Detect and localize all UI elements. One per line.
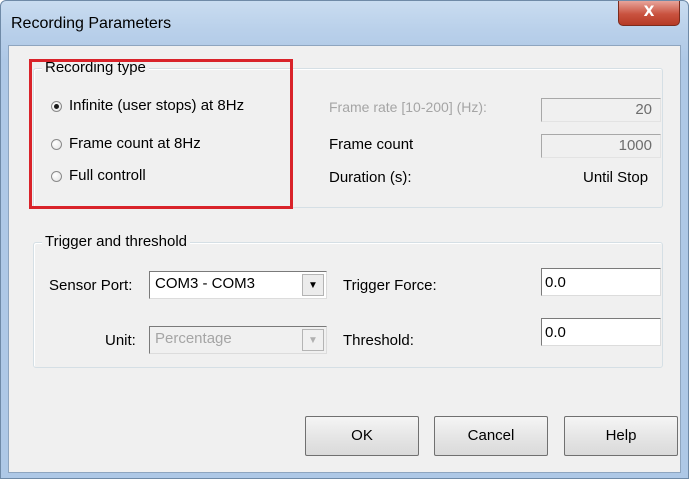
unit-label: Unit: [105,332,136,349]
help-button[interactable]: Help [564,416,678,456]
radio-frame-count-label[interactable]: Frame count at 8Hz [69,135,201,152]
duration-value: Until Stop [583,169,649,186]
close-button[interactable]: X [618,1,680,26]
sensor-port-label: Sensor Port: [49,277,133,294]
cancel-button[interactable]: Cancel [434,416,548,456]
unit-dropdown[interactable]: Percentage ▼ [149,326,327,354]
recording-parameters-dialog: Recording Parameters X Recording type In… [0,0,689,479]
radio-selected-dot [54,104,59,109]
sensor-port-value: COM3 - COM3 [155,275,256,292]
trigger-threshold-group: Trigger and threshold [33,233,663,368]
radio-frame-count[interactable] [51,139,62,150]
chevron-down-icon[interactable]: ▼ [302,329,324,351]
recording-type-group-label: Recording type [42,59,149,76]
radio-infinite[interactable] [51,101,62,112]
window-title: Recording Parameters [11,15,172,32]
frame-count-label: Frame count [329,136,414,153]
trigger-force-label: Trigger Force: [343,277,437,294]
frame-rate-field[interactable]: 20 [541,98,661,122]
dialog-client-area: Recording type Infinite (user stops) at … [8,45,681,473]
duration-label: Duration (s): [329,169,412,186]
radio-full-control-label[interactable]: Full controll [69,167,146,184]
sensor-port-dropdown[interactable]: COM3 - COM3 ▼ [149,271,327,299]
frame-rate-label: Frame rate [10-200] (Hz): [329,99,487,115]
title-bar[interactable]: Recording Parameters X [1,1,688,45]
frame-count-field[interactable]: 1000 [541,134,661,158]
radio-full-control[interactable] [51,171,62,182]
trigger-force-input[interactable] [541,268,661,296]
threshold-label: Threshold: [343,332,414,349]
trigger-threshold-group-label: Trigger and threshold [42,233,191,250]
ok-button[interactable]: OK [305,416,419,456]
threshold-input[interactable] [541,318,661,346]
radio-infinite-label[interactable]: Infinite (user stops) at 8Hz [69,97,244,114]
unit-value: Percentage [155,330,232,347]
close-icon: X [643,4,655,20]
chevron-down-icon[interactable]: ▼ [302,274,324,296]
